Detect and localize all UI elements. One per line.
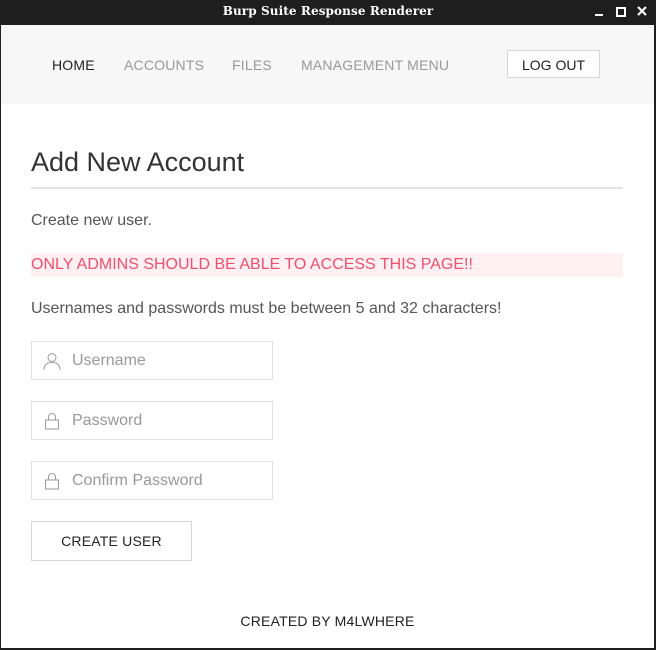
lock-icon — [42, 471, 62, 491]
username-input[interactable] — [72, 342, 267, 379]
window-title: Burp Suite Response Renderer — [222, 4, 434, 18]
logout-button[interactable]: LOG OUT — [507, 50, 600, 78]
minimize-icon[interactable] — [591, 3, 607, 19]
navbar: HOME ACCOUNTS FILES MANAGEMENT MENU LOG … — [1, 25, 654, 104]
maximize-icon[interactable] — [612, 3, 628, 19]
lock-icon — [42, 411, 62, 431]
confirm-password-field[interactable] — [31, 461, 273, 500]
page-title: Add New Account — [31, 147, 245, 177]
title-bar: Burp Suite Response Renderer — [0, 0, 656, 24]
create-user-button[interactable]: CREATE USER — [31, 521, 192, 561]
renderer-window: Burp Suite Response Renderer HOME ACCOUN… — [0, 0, 656, 650]
lead-text: Create new user. — [31, 212, 152, 229]
heading-divider — [31, 187, 623, 189]
admin-warning: ONLY ADMINS SHOULD BE ABLE TO ACCESS THI… — [31, 253, 623, 277]
nav-management-menu[interactable]: MANAGEMENT MENU — [301, 57, 449, 73]
password-input[interactable] — [72, 402, 267, 439]
nav-home[interactable]: HOME — [52, 57, 95, 73]
username-field[interactable] — [31, 341, 273, 380]
nav-files[interactable]: FILES — [232, 57, 272, 73]
footer-credit: CREATED BY M4LWHERE — [240, 613, 415, 629]
confirm-password-input[interactable] — [72, 462, 267, 499]
length-requirement-text: Usernames and passwords must be between … — [31, 300, 502, 317]
password-field[interactable] — [31, 401, 273, 440]
rendered-page: HOME ACCOUNTS FILES MANAGEMENT MENU LOG … — [1, 25, 654, 648]
user-icon — [42, 351, 62, 371]
close-icon[interactable] — [634, 3, 650, 19]
nav-accounts[interactable]: ACCOUNTS — [124, 57, 204, 73]
